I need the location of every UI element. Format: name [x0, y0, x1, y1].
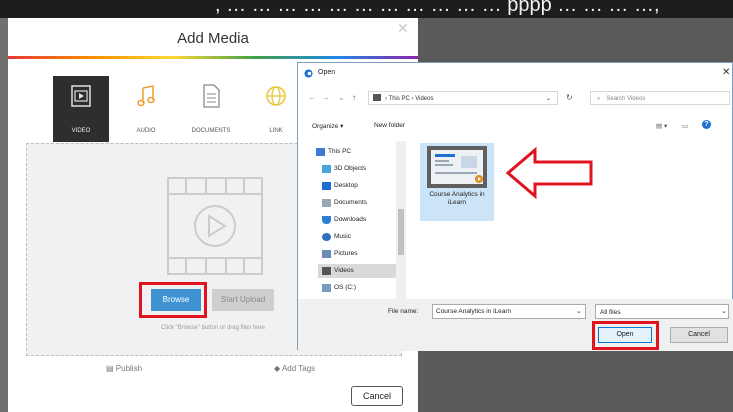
nav-item-label: 3D Objects: [334, 165, 367, 172]
nav-item-downloads[interactable]: Downloads: [318, 213, 402, 227]
address-row: ← → ⌄ ↑ › This PC › Videos ⌄ ↻ ⌕ Search V…: [298, 87, 733, 109]
tab-documents-label: DOCUMENTS: [191, 128, 231, 134]
tag-icon: ◆: [274, 364, 282, 373]
desktop-icon: [322, 182, 331, 190]
rainbow-divider: [8, 56, 418, 59]
organize-menu[interactable]: Organize ▾: [312, 122, 343, 130]
nav-item-this-pc[interactable]: This PC: [312, 145, 396, 159]
publish-label: Publish: [115, 364, 143, 373]
nav-item-documents[interactable]: Documents: [318, 196, 402, 210]
search-input[interactable]: ⌕ Search Videos: [590, 91, 730, 105]
nav-item-label: Documents: [334, 199, 367, 206]
nav-item-label: Downloads: [334, 216, 367, 223]
video-thumbnail-icon: [427, 146, 487, 188]
download-icon: [322, 216, 331, 224]
video-placeholder-icon: [167, 177, 263, 275]
preview-pane-icon[interactable]: ▭: [682, 122, 688, 130]
computer-icon: [373, 94, 381, 101]
nav-item-pictures[interactable]: Pictures: [318, 247, 402, 261]
music-icon: [322, 233, 331, 241]
chevron-down-icon[interactable]: ⌄: [338, 93, 345, 102]
file-name-label: Course Analytics in iLearn: [429, 191, 485, 206]
nav-item-os-c[interactable]: OS (C:): [318, 281, 402, 295]
nav-item-label: OS (C:): [334, 284, 357, 291]
nav-item-videos[interactable]: Videos: [318, 264, 402, 278]
nav-item-desktop[interactable]: Desktop: [318, 179, 402, 193]
start-upload-button[interactable]: Start Upload: [212, 289, 274, 311]
search-placeholder: Search Videos: [606, 96, 646, 102]
nav-item-label: Music: [334, 233, 351, 240]
new-folder-button[interactable]: New folder: [374, 122, 405, 129]
nav-scroll-thumb[interactable]: [398, 209, 404, 255]
nav-item-music[interactable]: Music: [318, 230, 402, 244]
publish-option[interactable]: ▤ Publish: [106, 364, 142, 373]
file-name-field[interactable]: [432, 304, 586, 319]
publish-icon: ▤: [106, 364, 116, 373]
document-icon: [203, 84, 220, 108]
documents-icon: [322, 199, 331, 207]
nav-item-3d-objects[interactable]: 3D Objects: [318, 162, 402, 176]
3d-objects-icon: [322, 165, 331, 173]
arrow-icon: [505, 147, 593, 199]
highlight-browse: [139, 282, 207, 318]
open-dialog-title: Open: [318, 69, 336, 76]
add-tags-option[interactable]: ◆ Add Tags: [274, 364, 315, 373]
nav-item-label: This PC: [328, 148, 352, 155]
top-strip: , … … … … … … … … … … … pppp … … … …,: [0, 0, 733, 18]
up-arrow-icon[interactable]: ↑: [352, 93, 356, 102]
tab-video-label: VIDEO: [71, 128, 91, 134]
close-icon[interactable]: ✕: [397, 20, 409, 37]
tab-video[interactable]: VIDEO: [53, 76, 109, 142]
nav-item-label: Videos: [334, 267, 354, 274]
file-name-field-label: File name:: [388, 308, 419, 315]
tab-link-label: LINK: [269, 128, 283, 134]
close-icon[interactable]: ✕: [722, 67, 730, 78]
chevron-down-icon[interactable]: ⌄: [721, 307, 727, 315]
chevron-down-icon[interactable]: ⌄: [546, 92, 551, 106]
nav-item-label: Desktop: [334, 182, 358, 189]
help-icon[interactable]: ?: [702, 120, 711, 129]
top-caption: , … … … … … … … … … … … pppp … … … …,: [215, 0, 660, 16]
background-left: [0, 18, 8, 412]
dialog-toolbar: Organize ▾ New folder ▤ ▾ ▭ ?: [298, 119, 733, 135]
computer-icon: [316, 148, 325, 156]
open-file-dialog: Open ✕ ← → ⌄ ↑ › This PC › Videos ⌄ ↻ ⌕ S…: [297, 62, 733, 351]
refresh-icon[interactable]: ↻: [566, 93, 573, 102]
edge-logo-icon: [304, 69, 313, 78]
search-icon: ⌕: [597, 96, 601, 102]
view-options-icon[interactable]: ▤ ▾: [656, 122, 667, 130]
add-tags-label: Add Tags: [281, 364, 316, 373]
tab-link[interactable]: LINK: [248, 76, 304, 142]
video-icon: [71, 85, 91, 107]
cancel-button[interactable]: Cancel: [351, 386, 403, 406]
back-arrow-icon[interactable]: ←: [308, 93, 316, 102]
file-type-select[interactable]: All files: [595, 304, 729, 319]
pictures-icon: [322, 250, 331, 258]
tab-audio[interactable]: AUDIO: [118, 76, 174, 142]
cancel-button[interactable]: Cancel: [670, 327, 728, 343]
tab-documents[interactable]: DOCUMENTS: [183, 76, 239, 142]
address-bar[interactable]: › This PC › Videos ⌄: [368, 91, 558, 105]
nav-item-label: Pictures: [334, 250, 358, 257]
drive-icon: [322, 284, 331, 292]
add-media-title: Add Media: [177, 30, 249, 47]
forward-arrow-icon[interactable]: →: [322, 93, 330, 102]
breadcrumb: › This PC › Videos: [385, 96, 434, 102]
chevron-down-icon[interactable]: ⌄: [576, 307, 582, 315]
globe-icon: [266, 86, 286, 106]
videos-icon: [322, 267, 331, 275]
highlight-open: [592, 321, 659, 350]
music-note-icon: [137, 85, 155, 107]
tab-audio-label: AUDIO: [136, 128, 156, 134]
